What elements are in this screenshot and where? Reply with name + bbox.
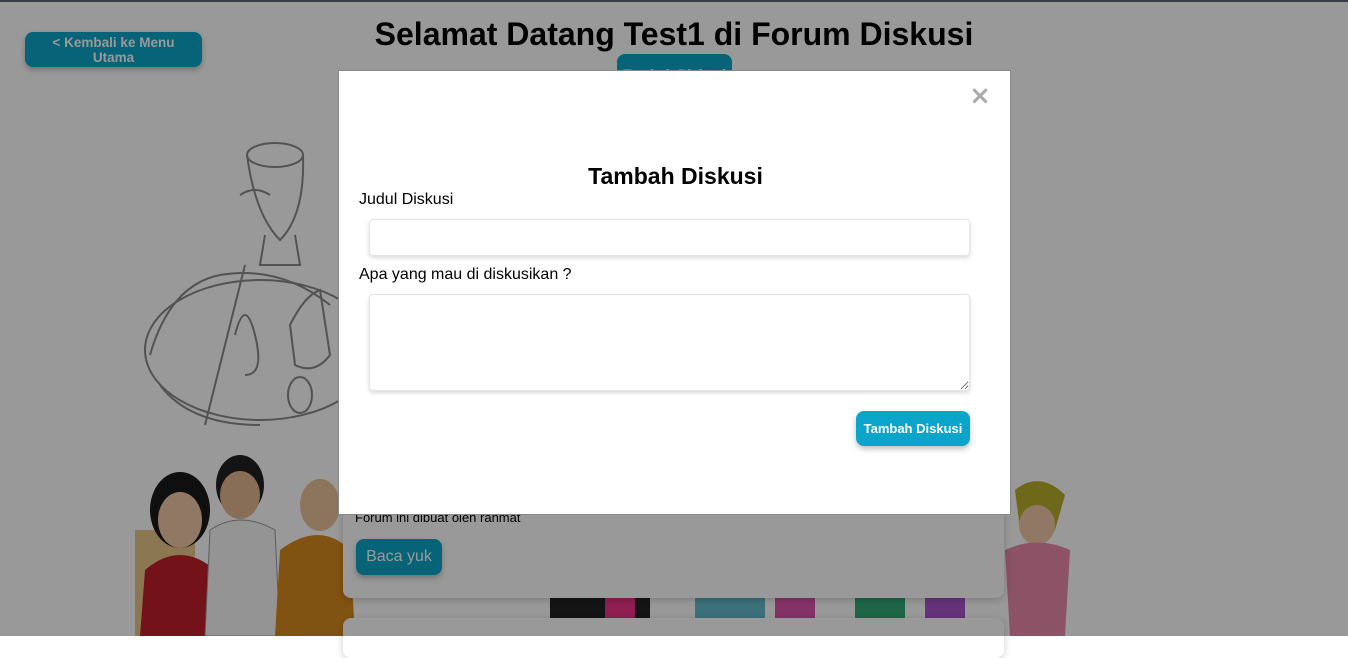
discussion-desc-textarea[interactable]	[369, 294, 970, 391]
submit-discussion-button[interactable]: Tambah Diskusi	[856, 411, 970, 446]
close-icon[interactable]: ×	[968, 83, 992, 109]
discussion-title-input[interactable]	[369, 219, 970, 256]
discussion-title-label: Judul Diskusi	[359, 191, 454, 208]
discussion-desc-label: Apa yang mau di diskusikan ?	[359, 266, 572, 283]
modal-title: Tambah Diskusi	[588, 163, 763, 189]
add-discussion-modal: × Tambah Diskusi Judul Diskusi Apa yang …	[338, 70, 1011, 515]
